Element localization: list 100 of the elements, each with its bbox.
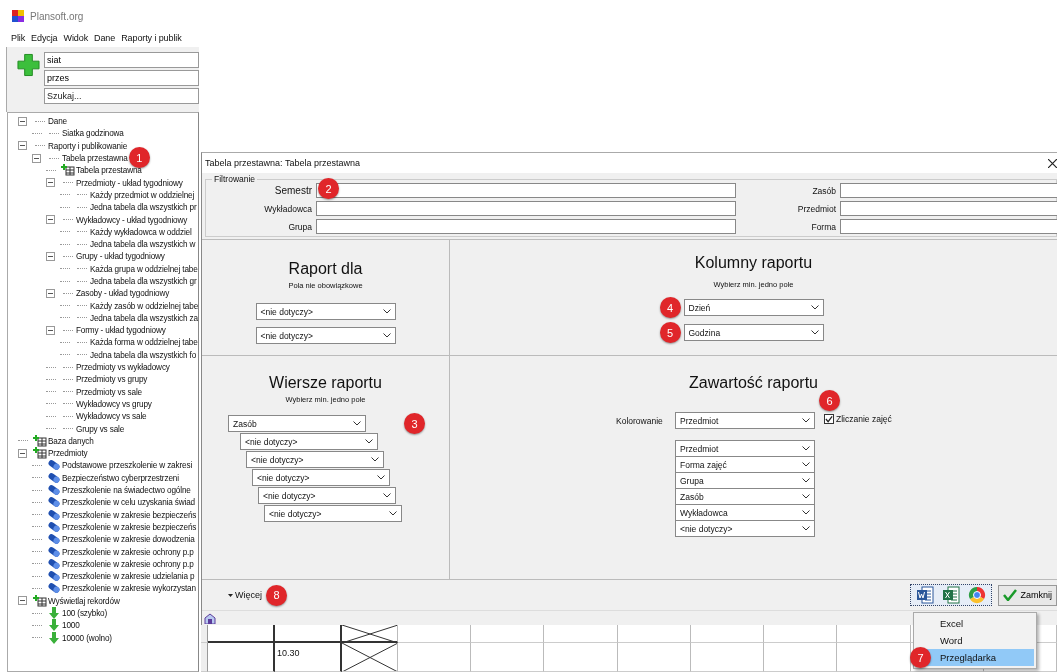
collapse-icon[interactable] xyxy=(32,153,41,163)
tree-item[interactable]: Każdy przedmiot w oddzielnej xyxy=(90,190,195,200)
capsule-icon xyxy=(47,545,61,558)
section-title: Kolumny raportu xyxy=(694,254,813,272)
tree-item[interactable]: Formy - układ tygodniowy xyxy=(76,326,166,336)
tree-item[interactable]: 10000 (wolno) xyxy=(62,633,112,643)
close-button[interactable]: Zamknij xyxy=(998,584,1057,606)
tree-item[interactable]: Przedmioty vs wykładowcy xyxy=(76,363,170,373)
menu-item[interactable]: Widok xyxy=(60,33,92,47)
field-label: Forma xyxy=(810,221,836,232)
collapse-icon[interactable] xyxy=(46,325,55,335)
capsule-icon xyxy=(47,484,61,497)
tree-item[interactable]: Przeszkolenie w zakresie udzielania p xyxy=(62,572,195,582)
tree-item[interactable]: Siatka godzinowa xyxy=(62,129,124,139)
app-title: Plansoft.org xyxy=(30,10,84,22)
more-toggle[interactable]: Więcej xyxy=(228,590,262,600)
table-add-icon xyxy=(33,594,47,607)
tree-item[interactable]: Wykładowcy vs grupy xyxy=(76,399,152,409)
tree-item[interactable]: 100 (szybko) xyxy=(62,609,108,618)
menu-item[interactable]: Plik xyxy=(8,33,29,47)
tree-item[interactable]: Zasoby - układ tygodniowy xyxy=(76,289,170,299)
tree-item[interactable]: Przedmioty xyxy=(48,449,88,459)
tree-item[interactable]: Podstawowe przeszkolenie w zakresi xyxy=(62,461,193,471)
menu-item[interactable]: Edycja xyxy=(28,33,61,47)
tree-item[interactable]: Wykładowcy vs sale xyxy=(76,412,147,422)
dropdown[interactable]: <nie dotyczy> xyxy=(240,433,378,450)
capsule-icon xyxy=(47,533,61,546)
field-label: Zasób xyxy=(811,185,836,196)
tree-item[interactable]: Przeszkolenie w celu uzyskania świad xyxy=(62,498,195,508)
tree-item[interactable]: Każda grupa w oddzielnej tabe xyxy=(90,264,198,274)
menu-item[interactable]: Raporty i publik xyxy=(118,33,185,47)
menu-item[interactable]: Word xyxy=(924,632,1034,649)
collapse-icon[interactable] xyxy=(18,116,27,126)
tree-item[interactable]: Grupy - układ tygodniowy xyxy=(76,252,165,262)
tree-item[interactable]: Każdy wykładowca w oddziel xyxy=(90,227,192,237)
tree-item[interactable]: Przeszkolenie w zakresie wykorzystan xyxy=(62,584,196,594)
tree-item[interactable]: Przeszkolenie w zakresie ochrony p.p xyxy=(62,559,194,569)
dropdown[interactable]: <nie dotyczy> xyxy=(252,469,390,486)
input-field[interactable] xyxy=(316,201,736,216)
menu-item[interactable]: Excel xyxy=(924,615,1034,632)
excel-icon xyxy=(942,586,961,604)
search-field[interactable]: Szukaj... xyxy=(44,88,199,104)
dropdown[interactable]: <nie dotyczy> xyxy=(246,451,384,468)
tree-item[interactable]: Baza danych xyxy=(48,436,94,446)
tree-item[interactable]: Tabela przestawna xyxy=(62,154,128,164)
collapse-icon[interactable] xyxy=(46,215,55,224)
number-badge: 3 xyxy=(404,413,425,434)
tree-item[interactable]: Jedna tabela dla wszystkich gr xyxy=(90,277,197,286)
tree-item[interactable]: Jedna tabela dla wszystkich za xyxy=(90,313,198,323)
number-badge: 2 xyxy=(318,178,339,199)
input-field[interactable] xyxy=(316,219,736,234)
dropdown[interactable]: Dzień xyxy=(683,299,824,316)
dropdown[interactable]: <nie dotyczy> xyxy=(264,505,402,522)
chevron-icon xyxy=(802,478,810,483)
tree-item[interactable]: Przedmioty - układ tygodniowy xyxy=(76,178,183,188)
collapse-icon[interactable] xyxy=(18,141,27,151)
collapse-icon[interactable] xyxy=(18,448,27,458)
chevron-icon xyxy=(802,446,810,451)
search-field[interactable]: siat xyxy=(44,52,199,68)
tree-item[interactable]: Dane xyxy=(48,117,67,127)
dropdown[interactable]: Zasób xyxy=(228,415,366,432)
tree-item[interactable]: Przedmioty vs grupy xyxy=(76,375,148,385)
number-badge: 4 xyxy=(659,297,681,318)
search-field[interactable]: przes xyxy=(44,70,199,86)
tree-item[interactable]: Raporty i publikowanie xyxy=(48,141,128,151)
chevron-icon xyxy=(353,421,361,426)
collapse-icon[interactable] xyxy=(46,251,55,261)
tree-item[interactable]: Przeszkolenie w zakresie bezpieczeńs xyxy=(62,522,197,532)
tree-item[interactable]: Każda forma w oddzielnej tabe xyxy=(90,338,198,348)
field-label: Kolorowanie xyxy=(616,415,664,426)
tree-item[interactable]: Bezpieczeństwo cyberprzestrzeni xyxy=(62,473,179,483)
tree-item[interactable]: Wykładowcy - układ tygodniowy xyxy=(76,215,188,225)
collapse-icon[interactable] xyxy=(46,178,55,188)
dropdown[interactable]: <nie dotyczy> xyxy=(258,487,396,504)
collapse-icon[interactable] xyxy=(18,596,27,606)
tree-item[interactable]: Jedna tabela dla wszystkich pr xyxy=(90,203,197,213)
dropdown[interactable]: <nie dotyczy> xyxy=(675,520,815,537)
tree-item[interactable]: Przeszkolenie na świadectwo ogólne xyxy=(62,486,191,496)
menu-item[interactable]: Dane xyxy=(91,33,119,47)
dropdown[interactable]: Godzina xyxy=(683,324,824,341)
tree-item[interactable]: Jedna tabela dla wszystkich fo xyxy=(90,350,197,360)
tree-item[interactable]: 1000 xyxy=(62,621,80,631)
number-badge: 5 xyxy=(659,322,681,343)
input-field[interactable] xyxy=(316,183,736,198)
dropdown[interactable]: <nie dotyczy> xyxy=(255,303,396,320)
tree-item[interactable]: Każdy zasób w oddzielnej tabe xyxy=(90,301,199,311)
caret-icon xyxy=(228,593,233,597)
tree-item[interactable]: Przeszkolenie w zakresie ochrony p.p xyxy=(62,547,194,557)
tree-item[interactable]: Przeszkolenie w zakresie dowodzenia xyxy=(62,535,195,545)
tree-item[interactable]: Wyświetlaj rekordów xyxy=(48,596,120,606)
checkbox[interactable] xyxy=(824,414,834,424)
tree-item[interactable]: Przedmioty vs sale xyxy=(76,387,142,397)
tree-item[interactable]: Tabela przestawna xyxy=(76,166,142,176)
dropdown[interactable]: Przedmiot xyxy=(675,412,815,429)
tree-item[interactable]: Jedna tabela dla wszystkich w xyxy=(90,240,196,250)
dropdown[interactable]: <nie dotyczy> xyxy=(255,327,396,344)
tree-item[interactable]: Przeszkolenie w zakresie bezpieczeńs xyxy=(62,510,197,520)
collapse-icon[interactable] xyxy=(46,288,55,298)
capsule-icon xyxy=(47,508,61,521)
tree-item[interactable]: Grupy vs sale xyxy=(76,424,125,434)
